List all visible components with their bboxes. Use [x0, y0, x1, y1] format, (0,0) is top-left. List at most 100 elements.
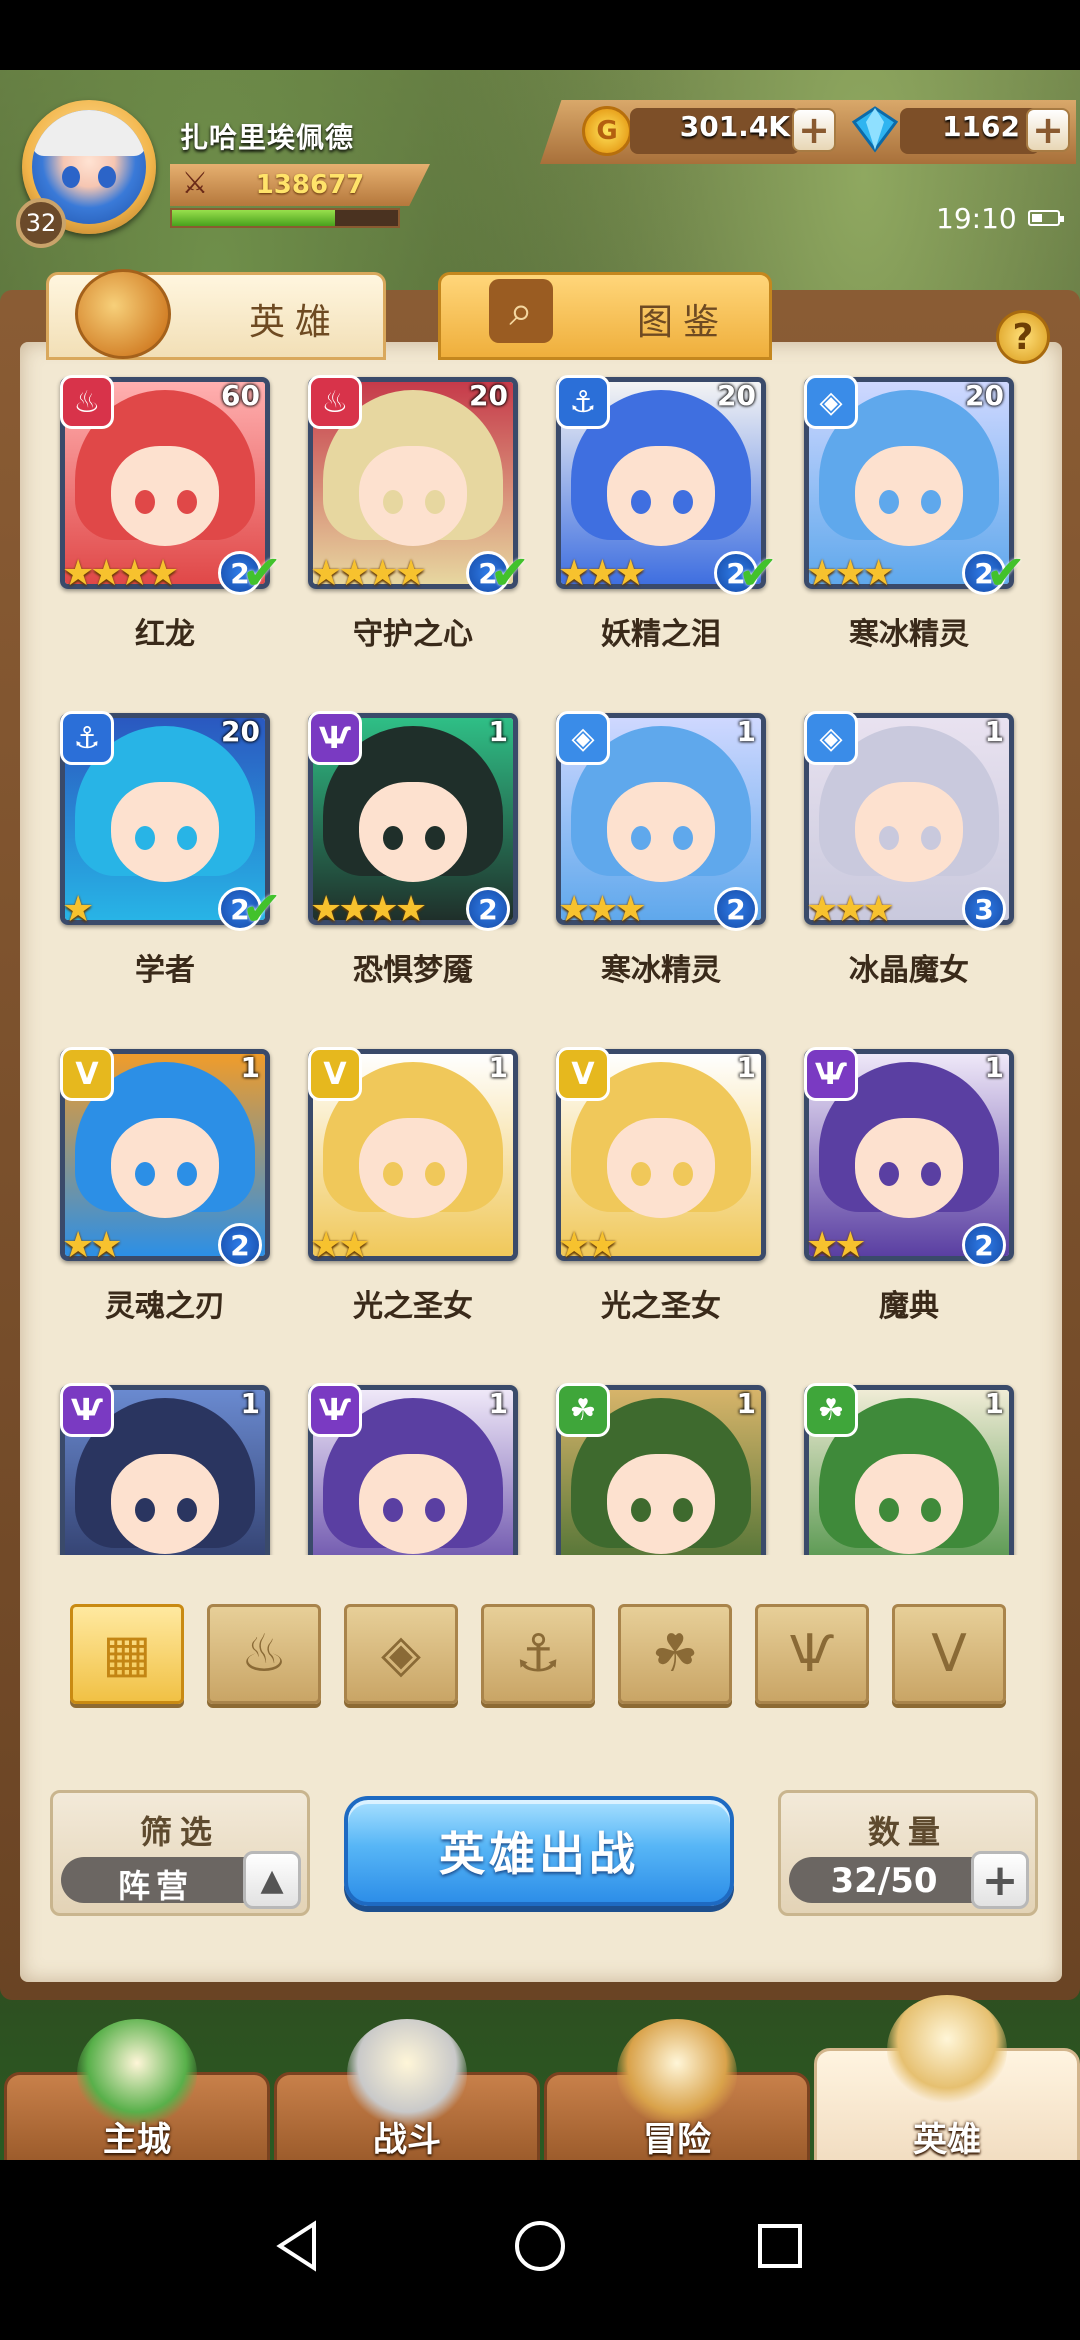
hero-card[interactable]: V 1 ★★ 灵魂之刃 2	[22, 1037, 270, 1353]
magnifier-icon: ⌕	[489, 279, 553, 343]
bottom-navigation: 主城 战斗 冒险 英雄	[0, 1995, 1080, 2168]
rank-badge: 2	[218, 1223, 262, 1267]
add-gold-button[interactable]: +	[792, 108, 836, 152]
hero-grid[interactable]: ♨ 60 ★★★★ 红龙 2 ✔ ♨ 20 ★★★★ 守护之心 2 ✔ ⚓ 20 ★…	[22, 365, 1058, 1555]
deployed-check-icon: ✔	[985, 545, 1026, 601]
power-value: 138677	[255, 170, 365, 200]
hero-card[interactable]: Ѱ 1	[22, 1373, 270, 1555]
nav-item-hero-helmet[interactable]: 英雄	[814, 1995, 1080, 2168]
hero-level: 20	[469, 379, 508, 412]
filter-ice-button[interactable]: ◈	[344, 1604, 458, 1704]
hero-card[interactable]: ♨ 20 ★★★★ 守护之心 2 ✔	[270, 365, 530, 681]
faction-ice-icon: ◈	[804, 375, 858, 429]
hero-card[interactable]: ♨ 60 ★★★★ 红龙 2 ✔	[22, 365, 282, 681]
faction-nature-icon: ☘	[556, 1383, 610, 1437]
helmet-icon	[75, 269, 171, 359]
faction-dark-icon: Ѱ	[308, 711, 362, 765]
add-gems-button[interactable]: +	[1026, 108, 1070, 152]
filter-panel: 筛选 阵营 ▲	[50, 1790, 310, 1916]
faction-light-icon: V	[556, 1047, 610, 1101]
filter-nature-button[interactable]: ☘	[618, 1604, 732, 1704]
hero-name: 红龙	[135, 617, 195, 652]
crossed-swords-icon: ⚔	[181, 166, 209, 201]
hero-name: 魔典	[879, 1289, 939, 1324]
hero-card[interactable]: V 1 ★★ 光之圣女	[270, 1037, 518, 1353]
star-rating: ★	[62, 889, 94, 930]
nav-label: 英雄	[913, 2120, 981, 2160]
filter-dark-button[interactable]: Ѱ	[755, 1604, 869, 1704]
expand-slots-button[interactable]: +	[971, 1851, 1029, 1909]
hero-level: 1	[984, 715, 1004, 748]
nav-item-map-scroll[interactable]: 冒险	[544, 2019, 810, 2168]
home-icon[interactable]	[510, 2216, 570, 2276]
faction-nature-icon: ☘	[804, 1383, 858, 1437]
hero-name: 光之圣女	[353, 1289, 473, 1324]
faction-select[interactable]: 阵营 ▲	[61, 1851, 301, 1909]
star-rating: ★★	[806, 1225, 867, 1266]
clock: 19:10	[936, 202, 1017, 235]
nav-label: 主城	[103, 2120, 171, 2160]
hero-helmet-icon	[887, 1995, 1007, 2105]
filter-title: 筛选	[139, 1813, 220, 1851]
back-icon[interactable]	[270, 2216, 330, 2276]
star-rating: ★★★	[558, 889, 647, 930]
star-rating: ★★★★	[310, 889, 427, 930]
filter-all-button[interactable]: ▦	[70, 1604, 184, 1704]
hero-card[interactable]: Ѱ 1 ★★★★ 恐惧梦魇 2	[270, 701, 518, 1017]
filter-light-button[interactable]: V	[892, 1604, 1006, 1704]
hero-name: 学者	[135, 953, 195, 988]
deploy-heroes-button[interactable]: 英雄出战	[344, 1796, 734, 1906]
hero-card[interactable]: ◈ 1 ★★★ 冰晶魔女 3	[766, 701, 1014, 1017]
hero-level: 20	[221, 715, 260, 748]
recent-apps-icon[interactable]	[750, 2216, 810, 2276]
hero-card[interactable]: Ѱ 1	[270, 1373, 518, 1555]
hero-level: 1	[736, 715, 756, 748]
hero-level: 60	[221, 379, 260, 412]
hero-card[interactable]: ⚓ 20 ★★★ 妖精之泪 2 ✔	[518, 365, 778, 681]
hero-card[interactable]: ◈ 20 ★★★ 寒冰精灵 2 ✔	[766, 365, 1026, 681]
hero-card[interactable]: ☘ 1	[766, 1373, 1014, 1555]
rank-badge: 2	[466, 887, 510, 931]
faction-ice-icon: ◈	[804, 711, 858, 765]
faction-dark-icon: Ѱ	[804, 1047, 858, 1101]
help-button[interactable]: ?	[996, 310, 1050, 364]
star-rating: ★★	[310, 1225, 371, 1266]
faction-dark-icon: Ѱ	[60, 1383, 114, 1437]
faction-water-icon: ⚓	[60, 711, 114, 765]
gold-amount: 301.4K	[679, 110, 790, 143]
filter-fire-button[interactable]: ♨	[207, 1604, 321, 1704]
hero-card[interactable]: ☘ 1	[518, 1373, 766, 1555]
hero-level: 1	[984, 1051, 1004, 1084]
hero-name: 灵魂之刃	[105, 1289, 225, 1324]
chevron-up-icon[interactable]: ▲	[243, 1851, 301, 1909]
nav-label: 战斗	[373, 2120, 441, 2160]
rank-badge: 2	[714, 887, 758, 931]
hero-card[interactable]: ⚓ 20 ★ 学者 2 ✔	[22, 701, 282, 1017]
hero-card[interactable]: V 1 ★★ 光之圣女	[518, 1037, 766, 1353]
hero-level: 1	[488, 715, 508, 748]
rank-badge: 2	[962, 1223, 1006, 1267]
tab-heroes[interactable]: 英雄	[46, 269, 386, 360]
hero-name: 光之圣女	[601, 1289, 721, 1324]
nav-item-castle[interactable]: 主城	[4, 2019, 270, 2168]
gem-amount: 1162	[942, 110, 1020, 143]
star-rating: ★★★★	[62, 553, 179, 594]
hero-name: 寒冰精灵	[849, 617, 969, 652]
hero-name: 守护之心	[353, 617, 473, 652]
faction-dark-icon: Ѱ	[308, 1383, 362, 1437]
star-rating: ★★★	[558, 553, 647, 594]
battery-icon	[1028, 210, 1064, 226]
hero-name: 恐惧梦魇	[353, 953, 473, 988]
tab-heroes-label: 英雄	[249, 302, 342, 343]
hero-count-panel: 数量 32/50 +	[778, 1790, 1038, 1916]
count-bar: 32/50 +	[789, 1851, 1029, 1909]
star-rating: ★★	[558, 1225, 619, 1266]
hero-card[interactable]: ◈ 1 ★★★ 寒冰精灵 2	[518, 701, 766, 1017]
hero-name: 妖精之泪	[601, 617, 721, 652]
gold-coin-icon: G	[582, 106, 632, 156]
hero-card[interactable]: Ѱ 1 ★★ 魔典 2	[766, 1037, 1014, 1353]
filter-water-button[interactable]: ⚓	[481, 1604, 595, 1704]
hero-level: 1	[984, 1387, 1004, 1420]
tab-codex[interactable]: ⌕ 图鉴	[438, 272, 772, 360]
nav-item-crossed-swords[interactable]: 战斗	[274, 2019, 540, 2168]
